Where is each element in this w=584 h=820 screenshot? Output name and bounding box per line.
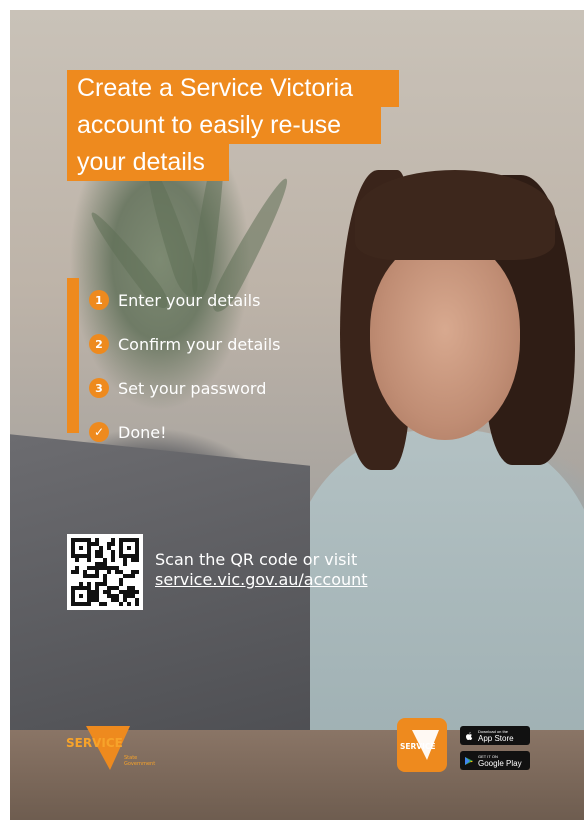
google-play-main-text: Google Play <box>478 758 522 768</box>
qr-code[interactable] <box>67 534 143 610</box>
headline: Create a Service Victoria account to eas… <box>67 70 400 181</box>
face <box>370 240 520 440</box>
step-label: Confirm your details <box>118 334 281 354</box>
service-app-icon[interactable]: SERVICE <box>397 718 447 772</box>
app-store-badge[interactable]: Download on the App Store <box>460 726 530 745</box>
step-item: 3 Set your password <box>89 366 281 410</box>
qr-module <box>135 602 139 606</box>
google-play-badge[interactable]: GET IT ON Google Play <box>460 751 530 770</box>
qr-instructions: Scan the QR code or visit service.vic.go… <box>155 534 390 590</box>
steps-list: 1 Enter your details 2 Confirm your deta… <box>67 278 281 442</box>
step-label: Done! <box>118 422 167 442</box>
step-number: 3 <box>89 378 109 398</box>
step-number: 2 <box>89 334 109 354</box>
app-icon-graphic: SERVICE <box>400 730 439 760</box>
step-item: 2 Confirm your details <box>89 322 281 366</box>
headline-line-2: account to easily re-use <box>67 107 382 144</box>
headline-line-1: Create a Service Victoria <box>67 70 400 107</box>
qr-section: Scan the QR code or visit service.vic.go… <box>67 534 390 610</box>
hair <box>355 170 555 260</box>
logo-wordmark: SERVICE <box>66 736 123 750</box>
google-play-icon <box>465 756 473 765</box>
service-victoria-logo: SERVICE State Government <box>66 726 155 770</box>
account-link[interactable]: service.vic.gov.au/account <box>155 570 390 590</box>
check-icon: ✓ <box>89 422 109 442</box>
step-item: 1 Enter your details <box>89 278 281 322</box>
step-number: 1 <box>89 290 109 310</box>
app-store-main-text: App Store <box>478 733 514 743</box>
qr-code-pattern <box>71 538 139 606</box>
qr-prompt-text: Scan the QR code or visit <box>155 550 358 569</box>
step-label: Set your password <box>118 378 267 398</box>
apple-icon <box>466 731 473 740</box>
headline-line-3: your details <box>67 144 229 181</box>
app-icon-wordmark: SERVICE <box>400 742 436 751</box>
step-label: Enter your details <box>118 290 261 310</box>
step-item: ✓ Done! <box>89 410 281 454</box>
logo-government-text: Government <box>124 761 155 767</box>
